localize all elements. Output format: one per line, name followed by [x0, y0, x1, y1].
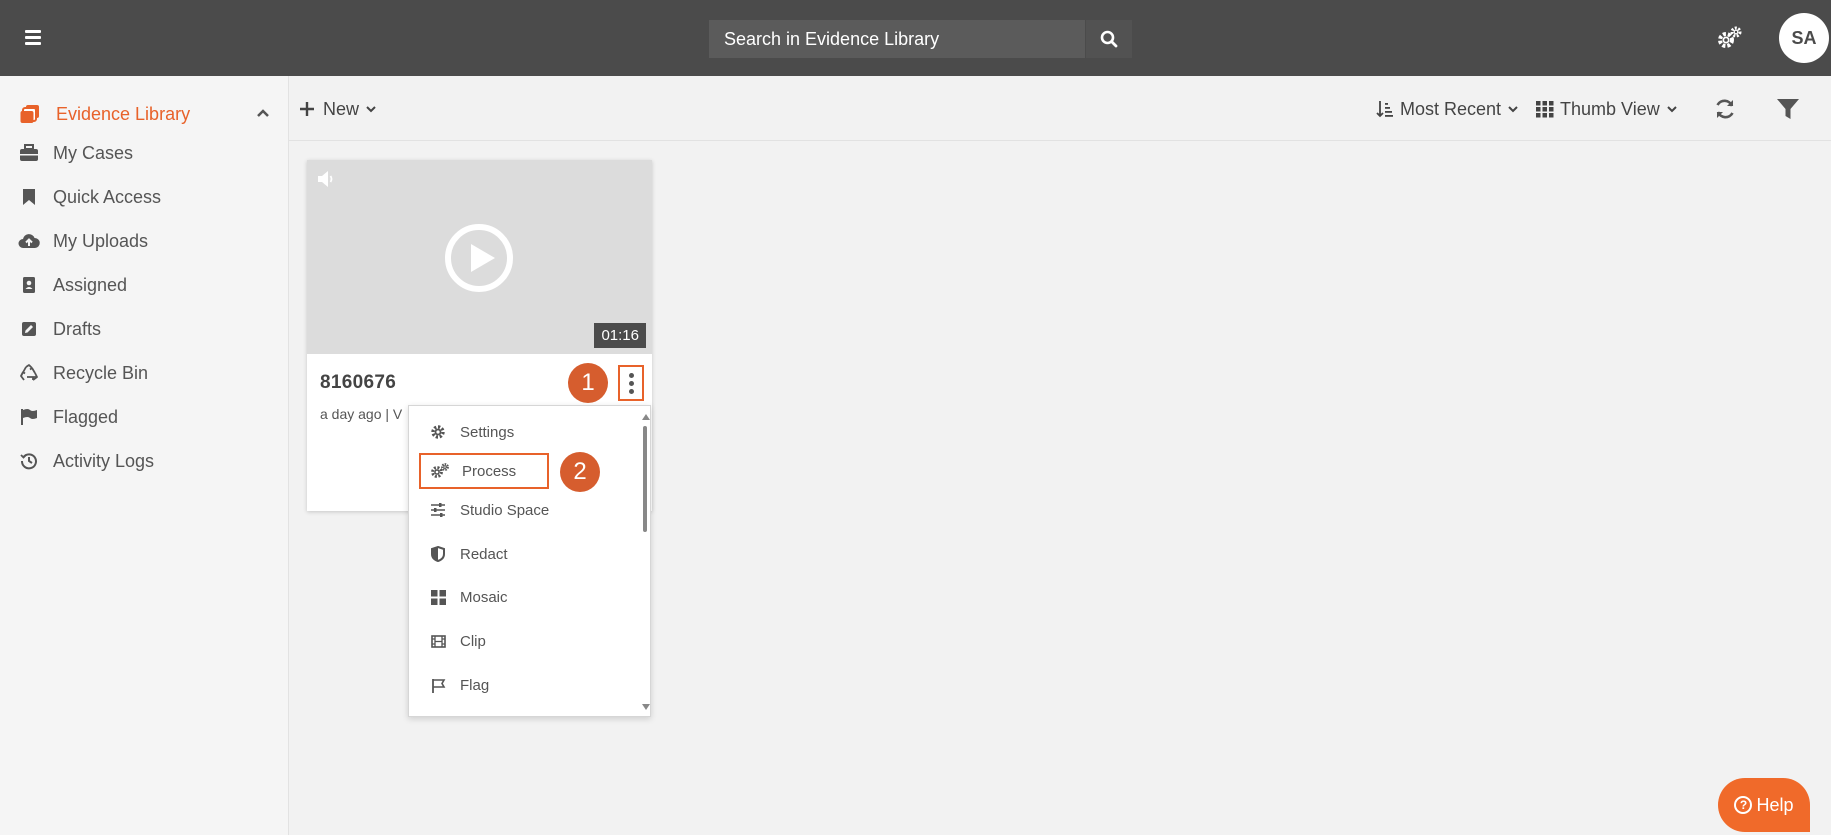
sort-label: Most Recent — [1400, 98, 1502, 119]
menu-item-studio-space[interactable]: Studio Space — [419, 492, 629, 528]
menu-scrollbar[interactable] — [642, 414, 650, 710]
menu-item-label: Clip — [460, 632, 486, 650]
sidebar-item-recycle-bin[interactable]: Recycle Bin — [18, 360, 148, 386]
refresh-icon[interactable] — [1710, 94, 1740, 124]
menu-item-label: Settings — [460, 423, 515, 441]
grid-view-icon — [1536, 101, 1554, 118]
sidebar-item-label: My Uploads — [53, 230, 149, 251]
menu-item-label: Redact — [460, 545, 508, 563]
sidebar-item-label: Recycle Bin — [53, 362, 149, 383]
video-duration: 01:16 — [594, 323, 646, 348]
card-meta: a day ago | V — [320, 406, 403, 422]
filter-icon[interactable] — [1773, 94, 1803, 124]
chevron-down-icon — [1667, 106, 1677, 113]
chevron-down-icon — [1508, 106, 1518, 113]
question-icon: ? — [1734, 796, 1753, 814]
step-badge-2: 2 — [560, 452, 600, 492]
flag-icon — [18, 406, 40, 428]
sidebar: Evidence Library My Cases Quick Access M… — [0, 76, 289, 835]
hamburger-menu-icon[interactable] — [22, 28, 48, 48]
plus-icon — [300, 102, 314, 116]
sliders-icon — [428, 500, 448, 520]
sidebar-item-my-uploads[interactable]: My Uploads — [18, 228, 148, 254]
menu-item-clip[interactable]: Clip — [419, 623, 629, 659]
view-label: Thumb View — [1560, 98, 1660, 119]
settings-gears-icon[interactable] — [1716, 24, 1744, 52]
user-avatar[interactable]: SA — [1779, 13, 1829, 63]
more-options-icon[interactable] — [618, 365, 644, 401]
flag-outline-icon — [428, 675, 448, 695]
sidebar-item-quick-access[interactable]: Quick Access — [18, 184, 161, 210]
search-input[interactable] — [709, 20, 1085, 58]
menu-item-mosaic[interactable]: Mosaic — [419, 579, 629, 615]
sidebar-header-label: Evidence Library — [56, 103, 191, 124]
sidebar-item-label: Assigned — [53, 274, 128, 295]
sidebar-item-drafts[interactable]: Drafts — [18, 316, 101, 342]
library-icon — [20, 105, 39, 123]
menu-item-process[interactable]: Process — [419, 453, 549, 489]
view-dropdown[interactable]: Thumb View — [1536, 96, 1678, 122]
menu-item-redact[interactable]: Redact — [419, 536, 629, 572]
sidebar-item-assigned[interactable]: Assigned — [18, 272, 127, 298]
menu-item-label: Mosaic — [460, 588, 508, 606]
sort-dropdown[interactable]: Most Recent — [1376, 96, 1519, 122]
sidebar-item-label: Quick Access — [53, 186, 162, 207]
edit-icon — [18, 318, 40, 340]
briefcase-icon — [18, 142, 40, 164]
play-icon[interactable] — [444, 223, 514, 293]
shield-icon — [428, 544, 448, 564]
scroll-down-arrow[interactable] — [642, 704, 650, 710]
search-box — [709, 20, 1132, 58]
recycle-icon — [18, 362, 40, 384]
gear-icon — [428, 422, 448, 442]
sidebar-item-label: Drafts — [53, 318, 102, 339]
menu-item-flag[interactable]: Flag — [419, 667, 629, 703]
menu-item-label: Process — [462, 462, 517, 480]
sidebar-item-label: My Cases — [53, 142, 134, 163]
sidebar-item-my-cases[interactable]: My Cases — [18, 140, 133, 166]
menu-item-settings[interactable]: Settings — [419, 414, 629, 450]
toolbar: New Most Recent Thumb View — [289, 76, 1831, 141]
volume-icon — [318, 171, 333, 187]
sidebar-item-label: Activity Logs — [53, 450, 155, 471]
card-title: 8160676 — [320, 372, 397, 393]
scroll-up-arrow[interactable] — [642, 414, 650, 420]
new-label: New — [323, 98, 360, 119]
step-badge-1: 1 — [568, 363, 608, 403]
gears-icon — [430, 461, 450, 481]
menu-item-label: Flag — [460, 676, 490, 694]
top-bar: SA — [0, 0, 1831, 76]
video-thumbnail[interactable]: 01:16 — [307, 160, 652, 354]
chevron-up-icon[interactable] — [256, 106, 270, 120]
search-icon — [1100, 30, 1118, 48]
sidebar-item-flagged[interactable]: Flagged — [18, 404, 118, 430]
assigned-icon — [18, 274, 40, 296]
help-button[interactable]: ? Help — [1718, 778, 1810, 832]
film-icon — [428, 631, 448, 651]
card-options-menu: Settings Process Studio Space Redact Mos… — [408, 405, 651, 717]
sidebar-header-evidence-library[interactable]: Evidence Library — [20, 102, 270, 126]
bookmark-icon — [18, 186, 40, 208]
history-icon — [18, 450, 40, 472]
sort-icon — [1376, 101, 1393, 118]
sidebar-item-activity-logs[interactable]: Activity Logs — [18, 448, 154, 474]
new-button[interactable]: New — [299, 96, 377, 122]
grid-icon — [428, 587, 448, 607]
menu-item-label: Studio Space — [460, 501, 550, 519]
search-button[interactable] — [1085, 20, 1132, 58]
sidebar-item-label: Flagged — [53, 406, 119, 427]
cloud-upload-icon — [18, 230, 40, 252]
chevron-down-icon — [366, 106, 376, 113]
help-label: Help — [1756, 794, 1794, 815]
scroll-thumb[interactable] — [643, 426, 647, 532]
